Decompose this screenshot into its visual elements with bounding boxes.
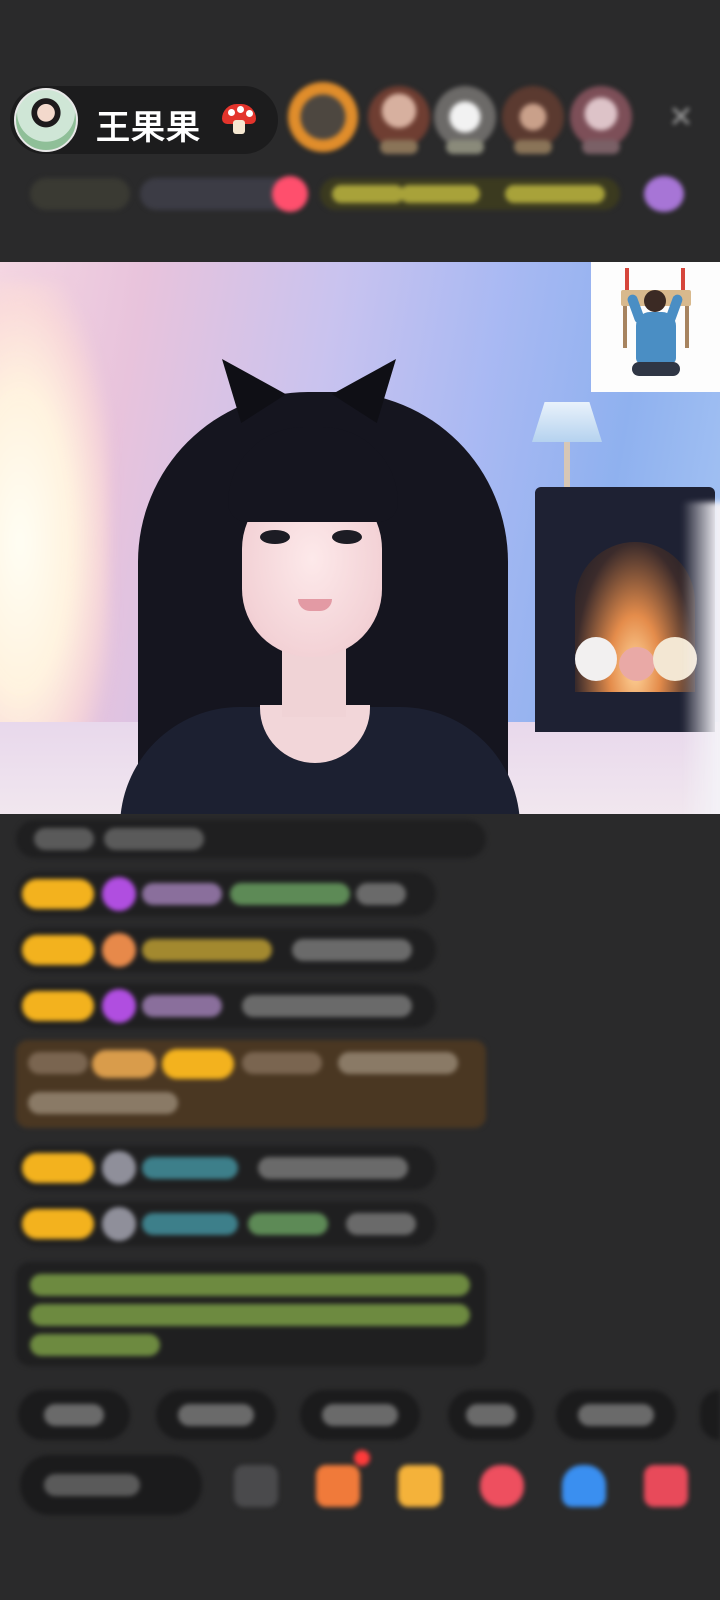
emoji-icon[interactable] bbox=[644, 176, 684, 212]
system-notice bbox=[16, 1262, 486, 1366]
level-badge bbox=[22, 1209, 94, 1239]
table-lamp-stem bbox=[564, 442, 570, 487]
quick-reply-chip[interactable] bbox=[300, 1390, 420, 1440]
eye bbox=[332, 530, 362, 544]
gift-icon[interactable] bbox=[272, 176, 308, 212]
eye bbox=[260, 530, 290, 544]
diamond-icon bbox=[102, 989, 136, 1023]
table-lamp bbox=[532, 402, 602, 442]
emoji-icon[interactable] bbox=[234, 1465, 278, 1507]
viewer-avatar[interactable] bbox=[368, 86, 430, 154]
level-badge bbox=[22, 935, 94, 965]
rank-chip-label bbox=[400, 185, 480, 203]
curtain bbox=[682, 502, 720, 814]
viewer-avatar[interactable] bbox=[570, 86, 632, 154]
host-avatar[interactable] bbox=[14, 88, 78, 152]
status-chip[interactable] bbox=[30, 178, 130, 210]
plush-toy bbox=[575, 637, 617, 681]
quick-reply-chip[interactable] bbox=[18, 1390, 130, 1440]
host-info-pill[interactable]: 王果果 bbox=[10, 86, 278, 154]
quick-reply-chip[interactable] bbox=[156, 1390, 276, 1440]
plush-toy bbox=[619, 647, 655, 681]
chat-message[interactable] bbox=[16, 984, 436, 1028]
game-icon[interactable] bbox=[480, 1465, 524, 1507]
level-badge bbox=[162, 1049, 234, 1079]
viewer-avatar[interactable] bbox=[288, 82, 358, 152]
viewer-avatar[interactable] bbox=[434, 86, 496, 154]
level-badge bbox=[22, 991, 94, 1021]
notification-dot bbox=[354, 1450, 370, 1466]
quick-reply-chip[interactable] bbox=[556, 1390, 676, 1440]
close-icon[interactable]: ✕ bbox=[666, 103, 696, 133]
gift-icon[interactable] bbox=[644, 1465, 688, 1507]
level-badge bbox=[22, 1153, 94, 1183]
heart-icon bbox=[102, 933, 136, 967]
rank-chip-label bbox=[332, 185, 404, 203]
quick-reply-chip[interactable] bbox=[700, 1390, 720, 1440]
activity-icon[interactable] bbox=[316, 1465, 360, 1507]
quick-reply-chip[interactable] bbox=[448, 1390, 534, 1440]
chat-message[interactable] bbox=[16, 1146, 436, 1190]
chat-input[interactable] bbox=[20, 1455, 202, 1515]
chat-message[interactable] bbox=[16, 1202, 436, 1246]
live-video-stream[interactable] bbox=[0, 262, 720, 814]
gift-box-icon[interactable] bbox=[398, 1465, 442, 1507]
chat-message[interactable] bbox=[16, 820, 486, 858]
user-avatar bbox=[102, 1207, 136, 1241]
streamer bbox=[110, 359, 530, 814]
chat-message[interactable] bbox=[16, 928, 436, 972]
share-icon[interactable] bbox=[562, 1465, 606, 1507]
user-avatar bbox=[102, 1151, 136, 1185]
rank-chip-label bbox=[505, 185, 605, 203]
mushroom-icon bbox=[222, 104, 256, 134]
chat-message[interactable] bbox=[16, 872, 436, 916]
viewer-avatar[interactable] bbox=[502, 86, 564, 154]
diamond-icon bbox=[102, 877, 136, 911]
live-status-bar bbox=[0, 172, 720, 216]
level-badge bbox=[22, 879, 94, 909]
host-name: 王果果 bbox=[96, 108, 201, 148]
prayer-sticker[interactable] bbox=[591, 262, 720, 392]
highlighted-message[interactable] bbox=[16, 1040, 486, 1128]
neck bbox=[282, 647, 346, 717]
